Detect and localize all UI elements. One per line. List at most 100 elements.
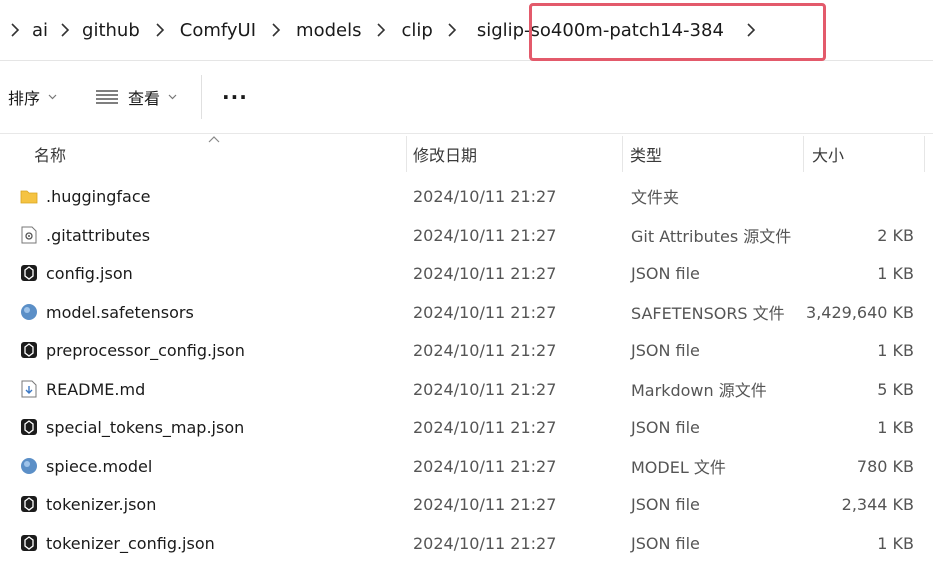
file-size: 2 KB [877, 225, 914, 245]
file-name-cell: .gitattributes [20, 216, 150, 254]
file-size: 5 KB [877, 379, 914, 399]
file-size: 1 KB [877, 340, 914, 360]
file-name: README.md [46, 379, 146, 399]
json-file-icon [20, 341, 38, 359]
more-options-button[interactable]: ··· [214, 77, 256, 117]
sort-ascending-icon [208, 132, 220, 146]
toolbar-divider [201, 75, 202, 119]
chevron-right-icon[interactable] [726, 12, 776, 48]
file-type: JSON file [631, 494, 700, 514]
file-date: 2024/10/11 21:27 [413, 225, 557, 245]
file-size: 3,429,640 KB [806, 302, 914, 322]
file-name-cell: tokenizer_config.json [20, 524, 215, 562]
file-date: 2024/10/11 21:27 [413, 302, 557, 322]
file-type: Markdown 源文件 [631, 381, 767, 400]
file-type: JSON file [631, 417, 700, 437]
file-row[interactable]: spiece.model 2024/10/11 21:27 MODEL 文件 7… [0, 447, 933, 485]
file-name: .huggingface [46, 186, 151, 206]
breadcrumb-item-models[interactable]: models [294, 16, 363, 45]
column-divider[interactable] [924, 136, 925, 172]
file-name: tokenizer.json [46, 494, 157, 514]
file-type: JSON file [631, 263, 700, 283]
file-date: 2024/10/11 21:27 [413, 533, 557, 553]
file-name-cell: preprocessor_config.json [20, 331, 245, 369]
file-type: 文件夹 [631, 188, 680, 207]
file-name: tokenizer_config.json [46, 533, 215, 553]
column-divider[interactable] [803, 136, 804, 172]
breadcrumb-item-comfyui[interactable]: ComfyUI [178, 16, 258, 45]
file-row[interactable]: README.md 2024/10/11 21:27 Markdown 源文件 … [0, 370, 933, 408]
file-name-cell: README.md [20, 370, 145, 408]
list-view-icon [96, 90, 118, 104]
breadcrumb: ai github ComfyUI models clip siglip-so4… [0, 0, 776, 60]
file-size: 1 KB [877, 263, 914, 283]
json-file-icon [20, 264, 38, 282]
column-header-type[interactable]: 类型 [630, 134, 662, 174]
file-row[interactable]: preprocessor_config.json 2024/10/11 21:2… [0, 331, 933, 369]
json-file-icon [20, 534, 38, 552]
chevron-right-icon[interactable] [363, 12, 399, 48]
address-bar: ai github ComfyUI models clip siglip-so4… [0, 0, 933, 61]
model-file-icon [20, 457, 38, 475]
breadcrumb-item-clip[interactable]: clip [399, 16, 434, 45]
file-date: 2024/10/11 21:27 [413, 379, 557, 399]
file-date: 2024/10/11 21:27 [413, 456, 557, 476]
json-file-icon [20, 495, 38, 513]
more-options-label: ··· [222, 85, 248, 109]
file-name-cell: model.safetensors [20, 293, 194, 331]
view-button[interactable]: 查看 [88, 77, 185, 117]
file-type: SAFETENSORS 文件 [631, 304, 785, 323]
column-divider[interactable] [406, 136, 407, 172]
column-header-date[interactable]: 修改日期 [413, 134, 477, 174]
chevron-right-icon[interactable] [50, 12, 80, 48]
file-name: special_tokens_map.json [46, 417, 245, 437]
file-size: 1 KB [877, 417, 914, 437]
file-row[interactable]: .gitattributes 2024/10/11 21:27 Git Attr… [0, 216, 933, 254]
file-row[interactable]: special_tokens_map.json 2024/10/11 21:27… [0, 408, 933, 446]
file-name-cell: special_tokens_map.json [20, 408, 244, 446]
file-row[interactable]: tokenizer_config.json 2024/10/11 21:27 J… [0, 524, 933, 562]
breadcrumb-item-github[interactable]: github [80, 16, 142, 45]
column-header-name[interactable]: 名称 [34, 134, 66, 174]
file-size: 1 KB [877, 533, 914, 553]
file-name: spiece.model [46, 456, 153, 476]
file-row[interactable]: config.json 2024/10/11 21:27 JSON file 1… [0, 254, 933, 292]
breadcrumb-item-ai[interactable]: ai [30, 16, 50, 45]
chevron-down-icon [168, 92, 177, 103]
sort-label: 排序 [8, 89, 41, 108]
file-date: 2024/10/11 21:27 [413, 263, 557, 283]
file-size: 2,344 KB [841, 494, 914, 514]
json-file-icon [20, 418, 38, 436]
file-name: config.json [46, 263, 133, 283]
file-name-cell: .huggingface [20, 177, 151, 215]
file-row[interactable]: .huggingface 2024/10/11 21:27 文件夹 [0, 177, 933, 215]
column-header-size[interactable]: 大小 [812, 134, 844, 174]
chevron-right-icon[interactable] [435, 12, 469, 48]
chevron-down-icon [48, 92, 57, 103]
file-date: 2024/10/11 21:27 [413, 340, 557, 360]
markdown-file-icon [20, 380, 38, 398]
chevron-right-icon[interactable] [142, 12, 178, 48]
file-date: 2024/10/11 21:27 [413, 186, 557, 206]
sort-button[interactable]: 排序 [0, 77, 65, 117]
file-date: 2024/10/11 21:27 [413, 494, 557, 514]
file-type: JSON file [631, 340, 700, 360]
settings-file-icon [20, 226, 38, 244]
view-label: 查看 [128, 89, 161, 108]
model-file-icon [20, 303, 38, 321]
file-type: MODEL 文件 [631, 458, 726, 477]
column-header-row: 名称 修改日期 类型 大小 [0, 134, 933, 174]
file-name: .gitattributes [46, 225, 151, 245]
chevron-right-icon[interactable] [258, 12, 294, 48]
file-row[interactable]: tokenizer.json 2024/10/11 21:27 JSON fil… [0, 485, 933, 523]
file-name: model.safetensors [46, 302, 194, 322]
chevron-right-icon[interactable] [0, 12, 30, 48]
file-name: preprocessor_config.json [46, 340, 245, 360]
file-row[interactable]: model.safetensors 2024/10/11 21:27 SAFET… [0, 293, 933, 331]
file-type: Git Attributes 源文件 [631, 227, 792, 246]
file-type: JSON file [631, 533, 700, 553]
column-divider[interactable] [622, 136, 623, 172]
folder-icon [20, 187, 38, 205]
breadcrumb-item-current-folder[interactable]: siglip-so400m-patch14-384 [475, 16, 726, 45]
command-bar: 排序 查看 ··· [0, 61, 933, 134]
